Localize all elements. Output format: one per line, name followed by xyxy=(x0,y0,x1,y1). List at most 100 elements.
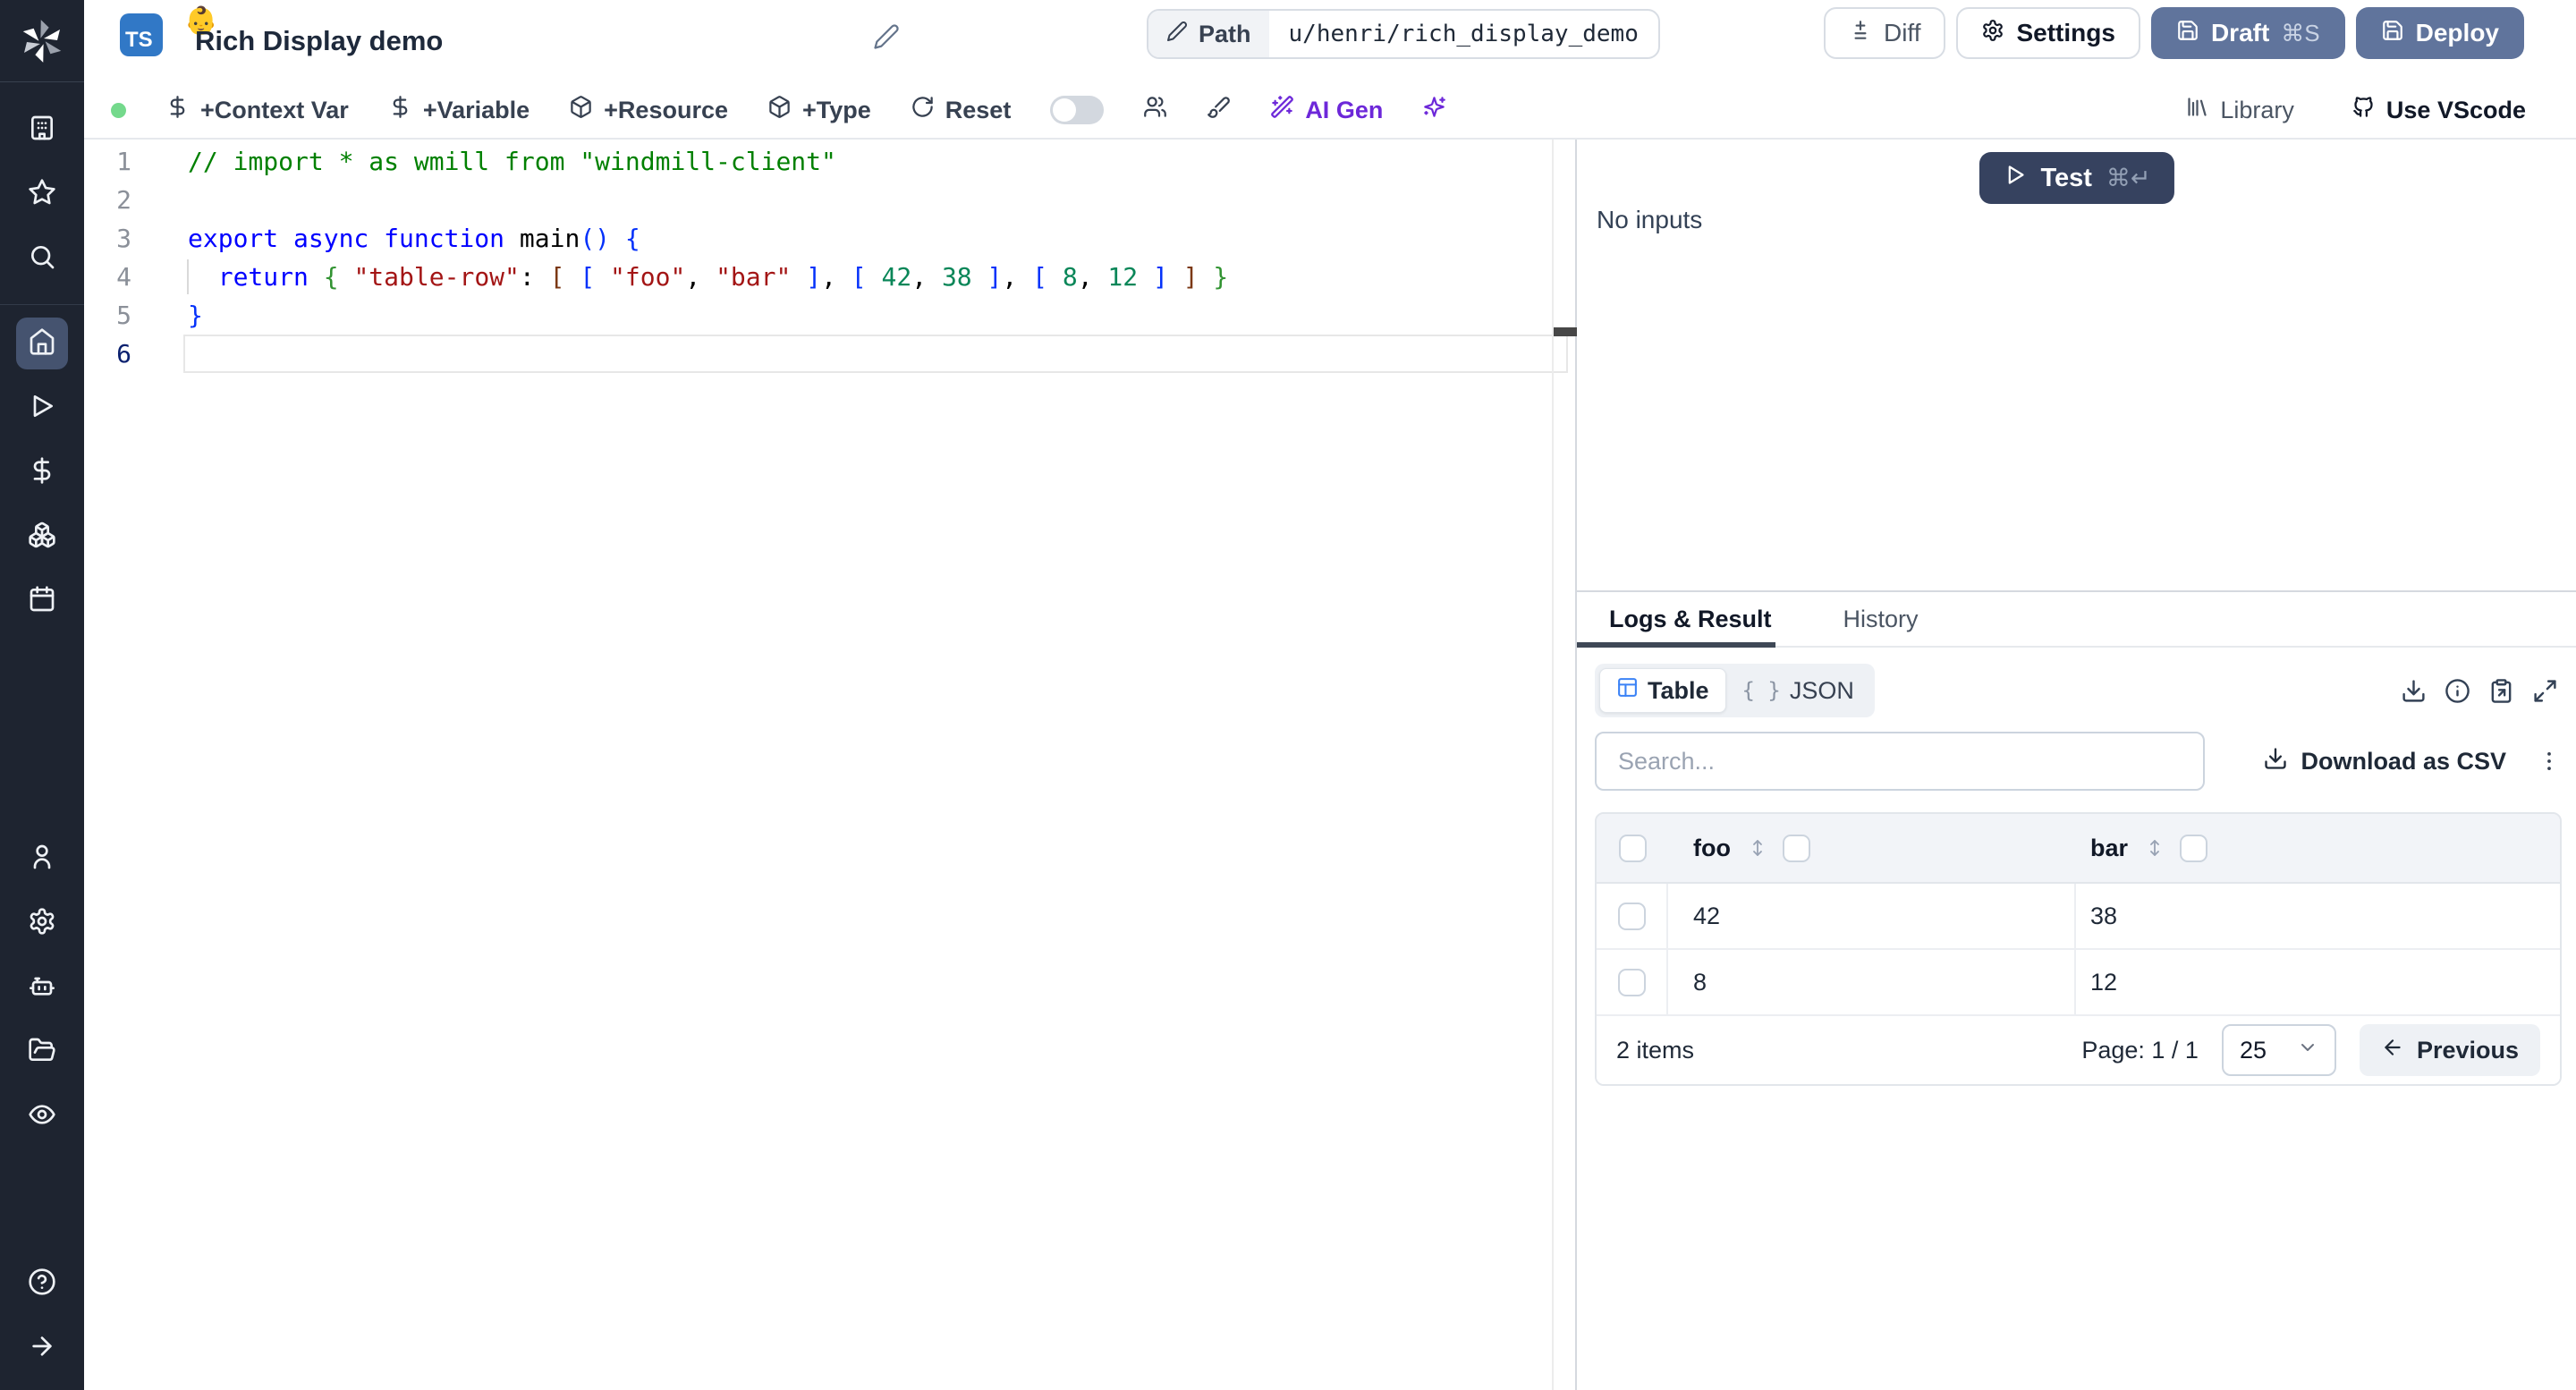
page-size-select[interactable]: 25 xyxy=(2221,1024,2336,1076)
reset-button[interactable]: Reset xyxy=(911,95,1011,125)
library-button[interactable]: Library xyxy=(2185,95,2294,125)
sidebar xyxy=(0,0,84,1390)
view-mode-json[interactable]: { } JSON xyxy=(1726,670,1870,712)
app-window: TS 👶 Rich Display demo Path u/henri/rich… xyxy=(0,0,2576,1390)
download-result-icon[interactable] xyxy=(2401,678,2427,704)
draft-button[interactable]: Draft ⌘S xyxy=(2150,7,2345,59)
page-title: Rich Display demo xyxy=(195,25,444,56)
table-row[interactable]: 8 12 xyxy=(1597,950,2560,1016)
use-vscode-button[interactable]: Use VScode xyxy=(2351,95,2526,125)
path-value[interactable]: u/henri/rich_display_demo xyxy=(1269,11,1658,57)
table-row[interactable]: 42 38 xyxy=(1597,884,2560,950)
sort-icon[interactable] xyxy=(1747,837,1768,859)
download-csv-button[interactable]: Download as CSV xyxy=(2263,746,2506,777)
add-context-var-button[interactable]: +Context Var xyxy=(165,95,349,125)
cell-bar: 12 xyxy=(2090,968,2118,996)
boxes-icon xyxy=(28,521,56,554)
sidebar-item-variables[interactable] xyxy=(16,446,68,498)
code-editor[interactable]: 1// import * as wmill from "windmill-cli… xyxy=(84,140,1577,1390)
sidebar-expand-button[interactable] xyxy=(16,1322,68,1374)
sidebar-item-audit-logs[interactable] xyxy=(16,1090,68,1142)
run-panel: Test ⌘↵ No inputs Logs & Result History xyxy=(1577,140,2576,1390)
sidebar-item-home[interactable] xyxy=(16,318,68,369)
pencil-icon xyxy=(1166,21,1188,48)
deploy-button[interactable]: Deploy xyxy=(2355,7,2524,59)
row-checkbox[interactable] xyxy=(1617,902,1646,930)
previous-page-button[interactable]: Previous xyxy=(2359,1024,2540,1076)
settings-button[interactable]: Settings xyxy=(1956,7,2140,59)
expand-icon[interactable] xyxy=(2532,678,2558,704)
diff-button[interactable]: Diff xyxy=(1823,7,1946,59)
test-shortcut: ⌘↵ xyxy=(2106,164,2151,191)
sidebar-item-schedules[interactable] xyxy=(16,575,68,627)
diff-mode-toggle[interactable] xyxy=(1050,96,1105,124)
row-checkbox[interactable] xyxy=(1617,968,1646,996)
add-variable-button[interactable]: +Variable xyxy=(388,95,530,125)
test-button[interactable]: Test ⌘↵ xyxy=(1979,152,2174,204)
code-line[interactable]: 2 xyxy=(84,181,1575,219)
add-type-button[interactable]: +Type xyxy=(767,95,871,125)
sort-icon[interactable] xyxy=(2144,837,2165,859)
windmill-logo[interactable] xyxy=(0,0,84,82)
line-number: 5 xyxy=(116,301,131,330)
sidebar-item-favorites[interactable] xyxy=(16,168,68,220)
sidebar-item-workspace[interactable] xyxy=(16,104,68,156)
users-icon xyxy=(1143,95,1167,125)
search-input[interactable] xyxy=(1595,732,2205,791)
star-icon xyxy=(28,178,56,211)
sidebar-item-workers[interactable] xyxy=(16,962,68,1013)
reset-icon xyxy=(911,95,935,125)
overview-ruler-cursor-mark xyxy=(1554,327,1577,336)
sidebar-item-runs[interactable] xyxy=(16,382,68,434)
column-header-bar[interactable]: bar xyxy=(2090,835,2128,862)
download-icon xyxy=(2263,746,2288,777)
sidebar-item-folders[interactable] xyxy=(16,1026,68,1078)
diff-icon xyxy=(1849,19,1872,48)
ai-sparkles-button[interactable] xyxy=(1422,95,1446,125)
calendar-icon xyxy=(28,585,56,618)
column-toggle-foo[interactable] xyxy=(1782,834,1810,862)
result-area: Logs & Result History Table {} JSON Sea… xyxy=(1577,590,2576,1390)
edit-summary-pencil-icon[interactable] xyxy=(873,23,900,55)
line-number: 2 xyxy=(116,185,131,215)
folder-open-icon xyxy=(28,1036,56,1069)
draft-shortcut: ⌘S xyxy=(2281,19,2320,47)
code-line[interactable]: 6 xyxy=(84,335,1575,373)
format-code-button[interactable] xyxy=(1207,95,1231,125)
column-toggle-bar[interactable] xyxy=(2180,834,2208,862)
chevron-down-icon xyxy=(2297,1037,2318,1064)
add-resource-button[interactable]: +Resource xyxy=(569,95,728,125)
tab-logs-result[interactable]: Logs & Result xyxy=(1609,606,1772,633)
cell-foo: 8 xyxy=(1668,950,2076,1014)
view-mode-table[interactable]: Table xyxy=(1599,668,1726,713)
help-icon xyxy=(28,1267,56,1301)
code-line[interactable]: 1// import * as wmill from "windmill-cli… xyxy=(84,142,1575,181)
search-icon xyxy=(28,242,56,275)
code-line[interactable]: 5} xyxy=(84,296,1575,335)
info-icon[interactable] xyxy=(2445,678,2470,704)
column-header-foo[interactable]: foo xyxy=(1693,835,1731,862)
multiplayer-button[interactable] xyxy=(1143,95,1167,125)
line-number: 6 xyxy=(116,339,131,369)
line-number: 4 xyxy=(116,262,131,292)
wand-icon xyxy=(1270,95,1294,125)
path-chip[interactable]: Path u/henri/rich_display_demo xyxy=(1147,9,1660,59)
table-menu-kebab-icon[interactable] xyxy=(2537,749,2562,774)
sidebar-item-settings[interactable] xyxy=(16,897,68,949)
result-table: foo bar 42 38 8 12 2 items Page: 1 / 1 2… xyxy=(1595,812,2562,1086)
sidebar-item-resources[interactable] xyxy=(16,511,68,563)
ai-gen-button[interactable]: AI Gen xyxy=(1270,95,1383,125)
tab-history[interactable]: History xyxy=(1843,606,1919,633)
sidebar-item-help[interactable] xyxy=(16,1258,68,1309)
select-all-checkbox[interactable] xyxy=(1618,834,1647,862)
line-number: 3 xyxy=(116,224,131,253)
save-icon xyxy=(2176,19,2199,48)
sidebar-item-search[interactable] xyxy=(16,233,68,284)
sidebar-item-users[interactable] xyxy=(16,833,68,885)
copy-result-icon[interactable] xyxy=(2488,678,2514,704)
github-icon xyxy=(2351,95,2376,125)
brush-icon xyxy=(1207,95,1231,125)
code-line[interactable]: 4 return { "table-row": [ [ "foo", "bar"… xyxy=(84,258,1575,296)
library-icon xyxy=(2185,95,2209,125)
code-line[interactable]: 3 export async function main() { xyxy=(84,219,1575,258)
